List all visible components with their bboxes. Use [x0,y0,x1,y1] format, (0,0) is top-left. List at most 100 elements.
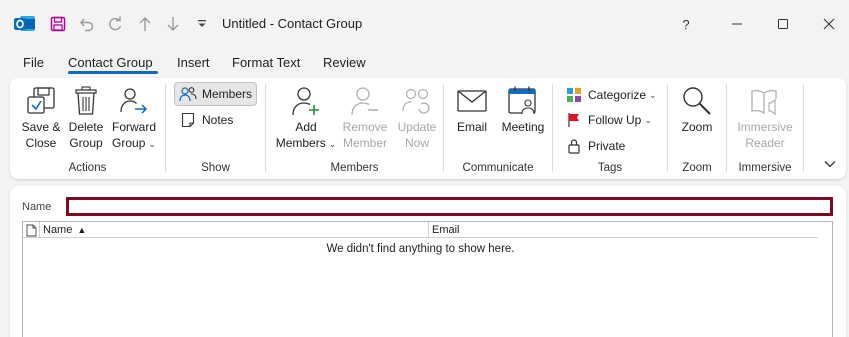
minimize-button[interactable] [722,10,752,38]
delete-group-label-line1: Delete [68,120,104,134]
group-zoom: Zoom Zoom [668,78,726,179]
up-arrow-icon[interactable] [133,12,157,36]
close-button[interactable] [814,10,844,38]
empty-list-message: We didn't find anything to show here. [326,243,515,255]
document-icon[interactable] [26,223,40,237]
save-close-label-line2: Close [25,136,57,150]
tab-format-text[interactable]: Format Text [232,55,300,70]
immersive-reader-label-line2: Reader [745,136,785,150]
group-name-input[interactable] [66,197,833,216]
members-list: Name ▲ Email We didn't find anything to … [22,221,833,337]
tab-file[interactable]: File [23,55,44,70]
group-actions: Save & Close Delete Group Forward Group … [10,78,165,179]
chevron-down-icon [824,161,836,168]
title-bar: Untitled - Contact Group ? [0,0,849,48]
redo-icon[interactable] [103,12,127,36]
remove-member-button[interactable]: Remove Member [338,84,392,151]
notes-icon [179,111,197,129]
add-member-icon [289,84,323,118]
calendar-people-icon [506,84,540,118]
remove-member-icon [348,84,382,118]
immersive-reader-icon [748,84,782,118]
group-separator [803,84,804,172]
column-name-label: Name [43,224,73,236]
name-label: Name [22,201,52,213]
add-members-label: Members [275,136,326,150]
tab-review[interactable]: Review [323,55,366,70]
update-members-icon [400,84,434,118]
active-tab-indicator [68,71,158,74]
follow-up-label: Follow Up [588,113,642,127]
categorize-icon [565,86,583,104]
forward-people-icon [117,84,151,118]
update-now-label-line1: Update [397,120,437,134]
group-label-tags: Tags [597,162,623,174]
customize-qat-icon[interactable] [192,12,212,36]
window-title: Untitled - Contact Group [222,16,363,31]
follow-up-button[interactable]: Follow Up ⌄ [561,108,656,132]
forward-group-label: Group [112,136,146,150]
group-label-immersive: Immersive [738,162,792,174]
group-show: Members Notes Show [166,78,265,179]
update-now-label-line2: Now [404,136,429,150]
delete-group-button[interactable]: Delete Group [63,84,109,151]
chevron-down-icon: ⌄ [148,139,156,149]
group-immersive: Immersive Reader Immersive [727,78,803,179]
sort-ascending-icon: ▲ [77,225,87,235]
tab-contact-group[interactable]: Contact Group [68,55,153,70]
zoom-button[interactable]: Zoom [676,84,718,135]
undo-icon[interactable] [75,12,99,36]
notes-button[interactable]: Notes [175,108,237,132]
chevron-down-icon: ⌄ [649,89,657,100]
outlook-logo-icon [12,12,38,36]
add-members-label-line1: Add [295,120,317,134]
members-view-button[interactable]: Members [174,82,257,106]
save-close-label-line1: Save & [21,120,61,134]
delete-group-label-line2: Group [69,136,103,150]
group-members: Add Members ⌄ Remove Member Update Now M… [266,78,443,179]
update-now-button[interactable]: Update Now [394,84,440,151]
group-tags: Categorize ⌄ Follow Up ⌄ Private Tags [553,78,667,179]
magnifier-icon [680,84,714,118]
remove-member-label-line2: Member [342,136,387,150]
group-label-zoom: Zoom [682,162,712,174]
email-label: Email [456,120,487,134]
group-label-actions: Actions [68,162,107,174]
email-button[interactable]: Email [452,84,492,135]
zoom-label: Zoom [681,120,713,134]
save-icon[interactable] [46,12,70,36]
column-header-name[interactable]: Name ▲ [43,223,427,237]
flag-icon [565,111,583,129]
private-label: Private [588,139,626,153]
add-members-label-line2: Members ⌄ [276,135,337,152]
chevron-down-icon: ⌄ [328,139,337,149]
categorize-label: Categorize [588,88,647,102]
add-members-button[interactable]: Add Members ⌄ [276,84,336,152]
meeting-button[interactable]: Meeting [496,84,550,135]
forward-group-button[interactable]: Forward Group ⌄ [109,84,159,152]
group-label-show: Show [201,162,230,174]
private-button[interactable]: Private [561,134,629,158]
column-divider [39,222,40,238]
save-close-icon [24,84,58,118]
maximize-button[interactable] [768,10,798,38]
forward-group-label-line1: Forward [111,120,156,134]
immersive-reader-button[interactable]: Immersive Reader [735,84,795,151]
forward-group-label-line2: Group ⌄ [112,135,156,152]
help-button[interactable]: ? [671,10,701,38]
list-header: Name ▲ Email [23,222,818,238]
tab-insert[interactable]: Insert [177,55,210,70]
immersive-reader-label-line1: Immersive [737,120,793,134]
down-arrow-icon[interactable] [161,12,185,36]
lock-icon [565,137,583,155]
ribbon: Save & Close Delete Group Forward Group … [10,78,846,179]
column-header-email[interactable]: Email [432,223,812,237]
save-close-button[interactable]: Save & Close [18,84,64,151]
trash-icon [69,84,103,118]
ribbon-display-options-button[interactable] [822,156,838,172]
notes-label: Notes [202,113,234,127]
email-icon [455,84,489,118]
column-email-label: Email [432,224,460,236]
categorize-button[interactable]: Categorize ⌄ [561,83,661,107]
remove-member-label-line1: Remove [342,120,388,134]
